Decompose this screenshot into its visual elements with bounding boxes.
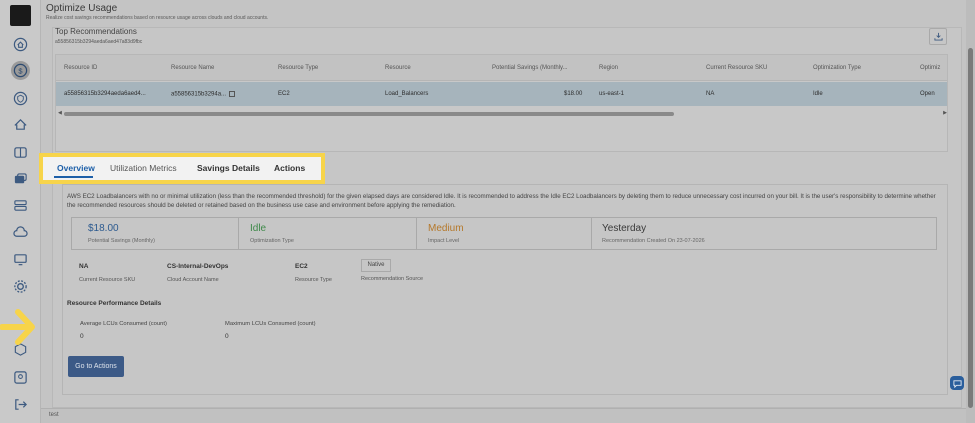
metric-label: Average LCUs Consumed (count) — [80, 321, 167, 327]
info-label: Current Resource SKU — [79, 277, 136, 283]
performance-section-title: Resource Performance Details — [67, 300, 162, 307]
metric-maximum-lcus: Maximum LCUs Consumed (count) 0 — [225, 321, 316, 340]
stat-impact-level: Medium Impact Level — [418, 218, 590, 249]
stat-value: $18.00 — [88, 223, 119, 234]
logout-icon[interactable] — [12, 396, 29, 413]
horizontal-scrollbar[interactable]: ◀ ▶ — [56, 110, 947, 117]
recommendation-source-label: Recommendation Source — [361, 276, 424, 282]
copy-icon[interactable] — [229, 91, 236, 97]
cell-current-sku: NA — [706, 91, 715, 97]
column-header[interactable]: Resource Name — [171, 65, 214, 71]
scrollbar-thumb[interactable] — [968, 48, 973, 408]
scroll-right-icon[interactable]: ▶ — [943, 110, 947, 116]
column-header[interactable]: Optimization Type — [813, 65, 861, 71]
support-chat-button[interactable] — [950, 376, 964, 390]
settings-icon[interactable] — [12, 278, 29, 295]
column-header[interactable]: Potential Savings (Monthly... — [492, 65, 568, 71]
server-icon[interactable] — [12, 197, 29, 214]
recommendation-description: AWS EC2 Loadbalancers with no or minimal… — [67, 193, 936, 209]
user-icon[interactable] — [12, 369, 29, 386]
sidebar: $ — [0, 0, 41, 423]
stat-potential-savings: $18.00 Potential Savings (Monthly) — [78, 218, 238, 249]
recommendations-table: Resource ID Resource Name Resource Type … — [55, 54, 948, 152]
column-header[interactable]: Resource — [385, 65, 411, 71]
go-to-actions-button[interactable]: Go to Actions — [68, 356, 124, 377]
recommendation-source-badge: Native — [361, 259, 391, 272]
download-icon — [933, 32, 943, 41]
stat-optimization-type: Idle Optimization Type — [240, 218, 414, 249]
metric-average-lcus: Average LCUs Consumed (count) 0 — [80, 321, 167, 340]
overview-panel: AWS EC2 Loadbalancers with no or minimal… — [62, 184, 948, 395]
recommendation-id: a55856315b3294aeda6aed47a83d9fbc — [55, 39, 143, 45]
arrow-icon — [0, 309, 35, 345]
table-header: Resource ID Resource Name Resource Type … — [56, 55, 947, 81]
tab-actions[interactable]: Actions — [274, 163, 305, 173]
divider — [238, 218, 239, 249]
stat-label: Recommendation Created On 23-07-2026 — [602, 238, 705, 244]
info-current-sku: NA Current Resource SKU — [79, 263, 135, 283]
chat-bubble-icon — [952, 379, 962, 388]
cell-potential-savings: $18.00 — [564, 91, 583, 97]
column-header[interactable]: Resource ID — [64, 65, 97, 71]
top-recommendations-title: Top Recommendations — [55, 27, 137, 36]
svg-text:$: $ — [18, 66, 23, 75]
stat-label: Potential Savings (Monthly) — [88, 238, 155, 244]
divider — [416, 218, 417, 249]
monitor-icon[interactable] — [12, 251, 29, 268]
home-icon[interactable] — [12, 36, 29, 53]
tab-utilization-metrics[interactable]: Utilization Metrics — [110, 163, 177, 173]
cell-optimization-type: Idle — [813, 91, 823, 97]
info-value: NA — [79, 263, 89, 270]
stat-label: Optimization Type — [250, 238, 294, 244]
scrollbar-thumb[interactable] — [64, 112, 674, 116]
tab-savings-details[interactable]: Savings Details — [197, 163, 260, 173]
stat-label: Impact Level — [428, 238, 460, 244]
active-tab-indicator — [54, 176, 93, 178]
shield-icon[interactable] — [12, 90, 29, 107]
column-header[interactable]: Resource Type — [278, 65, 318, 71]
stat-value: Yesterday — [602, 223, 647, 234]
info-resource-type: EC2 Resource Type — [295, 263, 332, 283]
detail-tabs: Overview Utilization Metrics Savings Det… — [39, 153, 325, 184]
table-row[interactable]: a55856315b3294aeda6aed4... a55856315b329… — [56, 82, 947, 106]
resource-name-text: a55856315b3294a... — [171, 91, 227, 98]
info-label: Resource Type — [295, 277, 332, 283]
chat-icon[interactable] — [12, 171, 29, 188]
page-title: Optimize Usage — [46, 3, 118, 14]
page-header: Optimize Usage Realize cost savings reco… — [41, 0, 975, 27]
stat-value: Medium — [428, 223, 464, 234]
cell-region: us-east-1 — [599, 91, 625, 97]
metric-value: 0 — [225, 333, 229, 340]
download-button[interactable] — [929, 28, 947, 45]
summary-stats: $18.00 Potential Savings (Monthly) Idle … — [71, 217, 937, 250]
cloud-home-icon[interactable] — [12, 116, 29, 133]
info-cloud-account: CS-Internal-DevOps Cloud Account Name — [167, 263, 228, 283]
info-value: EC2 — [295, 263, 308, 270]
app-logo[interactable] — [10, 5, 31, 26]
metric-value: 0 — [80, 333, 84, 340]
footer-text: test — [49, 412, 59, 418]
info-label: Cloud Account Name — [167, 277, 219, 283]
page-subtitle: Realize cost savings recommendations bas… — [46, 15, 269, 21]
footer: test — [41, 408, 966, 423]
book-icon[interactable] — [12, 144, 29, 161]
cell-status: Open — [920, 91, 935, 97]
column-header[interactable]: Region — [599, 65, 618, 71]
metric-label: Maximum LCUs Consumed (count) — [225, 321, 316, 327]
tab-overview[interactable]: Overview — [57, 163, 95, 173]
cell-resource-type: EC2 — [278, 91, 290, 97]
stat-value: Idle — [250, 223, 267, 234]
dollar-icon[interactable]: $ — [11, 61, 30, 80]
cell-resource-id: a55856315b3294aeda6aed4... — [64, 91, 146, 97]
column-header[interactable]: Optimiz — [920, 65, 940, 71]
stat-created-on: Yesterday Recommendation Created On 23-0… — [592, 218, 892, 249]
scroll-left-icon[interactable]: ◀ — [58, 110, 62, 116]
info-value: CS-Internal-DevOps — [167, 263, 229, 270]
cloud-icon[interactable] — [12, 224, 29, 241]
vertical-scrollbar[interactable] — [966, 0, 975, 423]
column-header[interactable]: Current Resource SKU — [706, 65, 767, 71]
cell-resource: Load_Balancers — [385, 91, 429, 97]
cell-resource-name: a55856315b3294a... — [171, 91, 236, 98]
